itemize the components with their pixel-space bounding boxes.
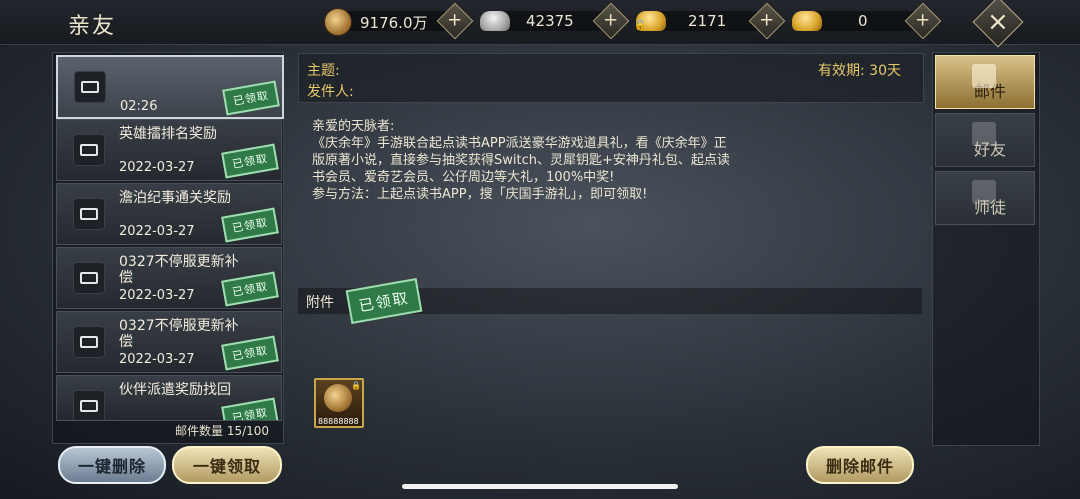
resource-silver: 42375 +	[480, 2, 630, 40]
claim-all-button[interactable]: 一键领取	[172, 446, 282, 484]
delete-mail-button[interactable]: 删除邮件	[806, 446, 914, 484]
claimed-stamp: 已领取	[221, 207, 279, 243]
mail-date: 02:26	[120, 99, 158, 114]
home-indicator[interactable]	[402, 484, 678, 489]
mail-item[interactable]: 澹泊纪事通关奖励 2022-03-27 已领取	[56, 183, 282, 245]
mail-item-selected[interactable]: 02:26 已领取	[56, 55, 284, 119]
mail-date: 2022-03-27	[119, 160, 195, 175]
envelope-icon	[73, 326, 105, 358]
mail-date: 2022-03-27	[119, 352, 195, 367]
subject-label: 主题:	[307, 63, 340, 79]
mail-body-line: 版原著小说，直接参与抽奖获得Switch、灵犀钥匙+安神丹礼包、起点读	[312, 153, 730, 168]
resource-copper-value: 9176.0万	[360, 14, 428, 32]
claimed-stamp: 已领取	[221, 397, 279, 420]
mail-item[interactable]: 英雄擂排名奖励 2022-03-27 已领取	[56, 119, 282, 181]
mail-list-panel: 02:26 已领取 英雄擂排名奖励 2022-03-27 已领取 澹泊纪事通关奖…	[52, 52, 284, 444]
mail-title: 伙伴派遣奖励找回	[119, 382, 231, 398]
attachment-item[interactable]: 🔒 88888888	[314, 378, 364, 428]
mail-body: 亲爱的天脉者: 《庆余年》手游联合起点读书APP派送豪华游戏道具礼，看《庆余年》…	[312, 118, 812, 203]
page-title: 亲友	[68, 14, 117, 39]
mail-count: 邮件数量 15/100	[175, 424, 270, 438]
envelope-icon	[73, 390, 105, 420]
tab-mail[interactable]: 邮件	[935, 55, 1035, 109]
mail-title: 英雄擂排名奖励	[119, 126, 217, 142]
sender-label: 发件人:	[307, 84, 354, 100]
resource-bound-gold: 🔒 2171 +	[634, 2, 786, 40]
delete-all-button[interactable]: 一键删除	[58, 446, 166, 484]
attachment-claimed-stamp: 已领取	[345, 278, 423, 324]
mail-body-line: 参与方法：上起点读书APP，搜「庆国手游礼」，即可领取!	[312, 187, 648, 202]
tab-mentor[interactable]: 师徒	[935, 171, 1035, 225]
top-bar: 亲友 9176.0万 + 42375 + 🔒 2171 + 0 + ×	[0, 0, 1080, 48]
resource-bound-gold-value: 2171	[688, 12, 727, 30]
tab-friends[interactable]: 好友	[935, 113, 1035, 167]
add-silver-button[interactable]: +	[592, 2, 630, 40]
claimed-stamp: 已领取	[221, 143, 279, 179]
resource-gold: 0 +	[790, 2, 942, 40]
side-tabs: 邮件 好友 师徒	[932, 52, 1040, 446]
envelope-icon	[73, 134, 105, 166]
lock-icon: 🔒	[351, 381, 361, 390]
attachment-label: 附件	[306, 295, 334, 311]
envelope-icon	[73, 198, 105, 230]
add-bound-gold-button[interactable]: +	[748, 2, 786, 40]
validity-label: 有效期: 30天	[818, 63, 901, 79]
mail-scroll-icon	[972, 64, 996, 88]
mentor-icon	[972, 180, 996, 204]
lock-icon: 🔒	[634, 20, 647, 31]
close-button[interactable]: ×	[972, 0, 1024, 48]
envelope-icon	[74, 71, 106, 103]
mail-item[interactable]: 伙伴派遣奖励找回 已领取	[56, 375, 282, 421]
mail-body-line: 《庆余年》手游联合起点读书APP派送豪华游戏道具礼，看《庆余年》正	[312, 136, 727, 151]
mail-body-line: 书会员、爱奇艺会员、公仔周边等大礼，100%中奖!	[312, 170, 615, 185]
copper-coin-icon	[324, 8, 352, 36]
mail-date: 2022-03-27	[119, 224, 195, 239]
mail-date: 2022-03-27	[119, 288, 195, 303]
mail-item[interactable]: 0327不停服更新补偿 2022-03-27 已领取	[56, 311, 282, 373]
resource-gold-value: 0	[858, 12, 868, 30]
item-quantity: 88888888	[318, 417, 359, 426]
mail-header: 主题: 发件人: 有效期: 30天	[298, 53, 924, 103]
add-copper-button[interactable]: +	[436, 2, 474, 40]
claimed-stamp: 已领取	[222, 80, 280, 116]
mail-title: 澹泊纪事通关奖励	[119, 190, 231, 206]
gold-ingot-icon	[792, 11, 822, 31]
envelope-icon	[73, 262, 105, 294]
resource-silver-value: 42375	[526, 12, 574, 30]
close-icon: ×	[987, 6, 1009, 37]
silver-ingot-icon	[480, 11, 510, 31]
friend-icon	[972, 122, 996, 146]
add-gold-button[interactable]: +	[904, 2, 942, 40]
resource-copper: 9176.0万 +	[322, 2, 474, 40]
copper-coin-icon	[324, 384, 352, 412]
mail-body-line: 亲爱的天脉者:	[312, 119, 395, 134]
mail-item[interactable]: 0327不停服更新补偿 2022-03-27 已领取	[56, 247, 282, 309]
